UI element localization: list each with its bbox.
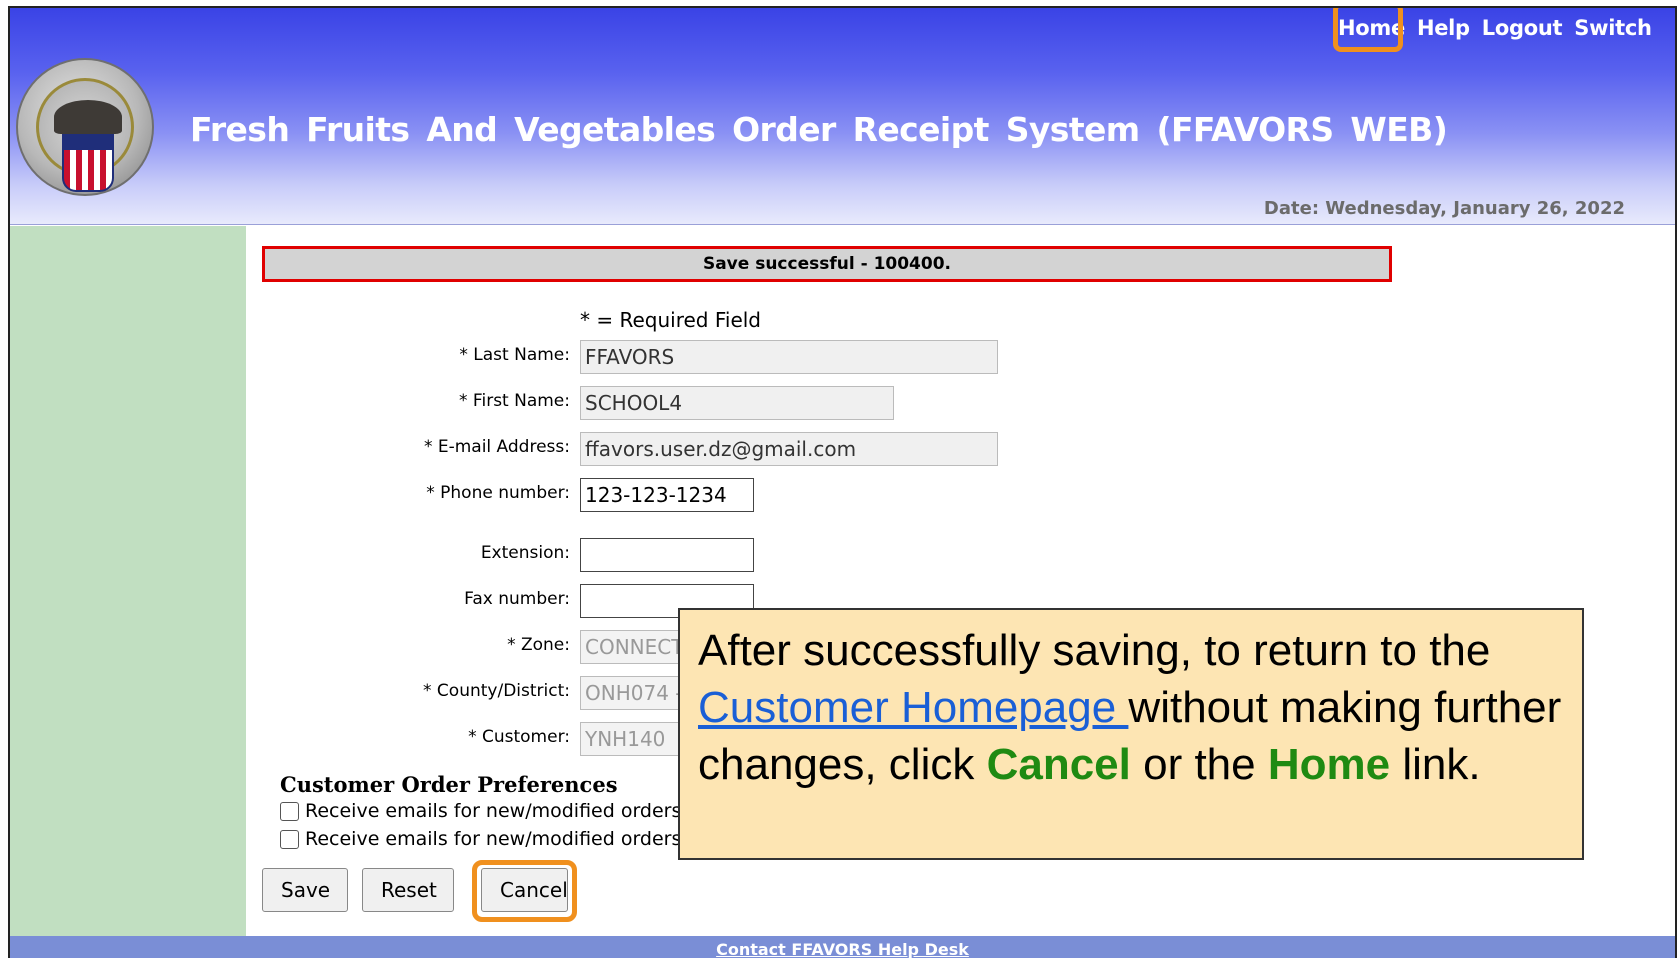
last-name-label: * Last Name: <box>459 345 570 365</box>
logout-link[interactable]: Logout <box>1482 16 1563 40</box>
first-name-row: * First Name: SCHOOL4 <box>10 386 1010 422</box>
page-title: Fresh Fruits And Vegetables Order Receip… <box>190 110 1448 149</box>
email-field[interactable]: ffavors.user.dz@gmail.com <box>580 432 998 466</box>
save-button[interactable]: Save <box>262 868 348 912</box>
extension-field[interactable] <box>580 538 754 572</box>
header: Home Help Logout Switch Fresh Fruits And… <box>10 8 1675 225</box>
app-frame: Home Help Logout Switch Fresh Fruits And… <box>8 6 1677 958</box>
order-preferences-heading: Customer Order Preferences <box>280 772 618 797</box>
cancel-button-highlight <box>472 860 577 922</box>
extension-row: Extension: <box>10 538 1010 574</box>
date-label: Date: Wednesday, January 26, 2022 <box>1263 198 1625 219</box>
phone-row: * Phone number: 123-123-1234 <box>10 478 1010 514</box>
pref-checkbox-1[interactable] <box>280 801 299 821</box>
email-row: * E-mail Address: ffavors.user.dz@gmail.… <box>10 432 1010 468</box>
reset-button[interactable]: Reset <box>362 868 454 912</box>
pref-label-2: Receive emails for new/modified orders <box>305 828 682 850</box>
phone-label: * Phone number: <box>426 483 570 503</box>
left-sidebar <box>10 226 246 936</box>
pref-checkbox-2[interactable] <box>280 829 299 849</box>
callout-home-word: Home <box>1267 740 1391 789</box>
first-name-label: * First Name: <box>459 391 570 411</box>
help-desk-link[interactable]: Contact FFAVORS Help Desk <box>716 940 969 958</box>
pref-label-1: Receive emails for new/modified orders <box>305 800 682 822</box>
home-link-highlight <box>1333 8 1403 52</box>
customer-homepage-link[interactable]: Customer Homepage <box>698 683 1128 732</box>
email-label: * E-mail Address: <box>423 437 570 457</box>
zone-label: * Zone: <box>507 635 570 655</box>
extension-label: Extension: <box>480 543 570 563</box>
last-name-row: * Last Name: FFAVORS <box>10 340 1010 376</box>
shield-icon <box>62 134 114 192</box>
county-label: * County/District: <box>423 681 570 701</box>
help-link[interactable]: Help <box>1417 16 1470 40</box>
callout-cancel-word: Cancel <box>986 740 1131 789</box>
last-name-field[interactable]: FFAVORS <box>580 340 998 374</box>
eagle-icon <box>54 100 122 134</box>
dla-seal-logo <box>16 58 154 196</box>
required-field-note: * = Required Field <box>580 308 762 332</box>
callout-text-end: link. <box>1390 740 1481 789</box>
save-success-banner: Save successful - 100400. <box>262 246 1392 282</box>
switch-link[interactable]: Switch <box>1574 16 1652 40</box>
customer-label: * Customer: <box>468 727 570 747</box>
phone-field[interactable]: 123-123-1234 <box>580 478 754 512</box>
callout-text-start: After successfully saving, to return to … <box>698 626 1491 675</box>
callout-or-the: or the <box>1130 740 1256 789</box>
footer: Contact FFAVORS Help Desk <box>10 936 1675 958</box>
pref-option-2: Receive emails for new/modified orders <box>280 828 681 850</box>
pref-option-1: Receive emails for new/modified orders <box>280 800 681 822</box>
first-name-field[interactable]: SCHOOL4 <box>580 386 894 420</box>
fax-label: Fax number: <box>464 589 570 609</box>
instruction-callout: After successfully saving, to return to … <box>678 608 1584 860</box>
